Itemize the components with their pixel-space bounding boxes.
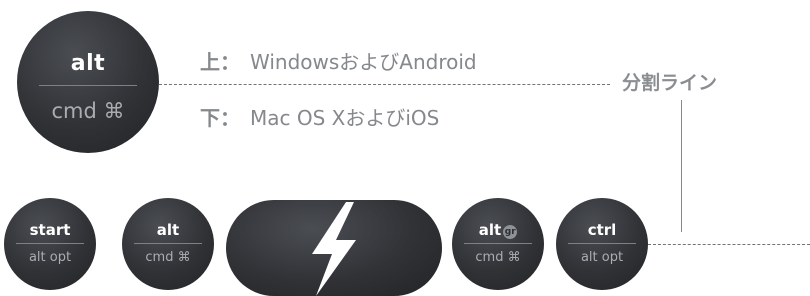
upper-mark: 上：: [200, 50, 240, 74]
gr-badge: gr: [503, 225, 518, 239]
alt-key: alt cmd ⌘: [122, 198, 214, 290]
ctrl-key-bottom-label: alt opt: [580, 250, 624, 265]
upper-os-label: 上： WindowsおよびAndroid: [200, 46, 477, 75]
split-line-dashed-top: [159, 84, 610, 85]
key-split-rule: [134, 243, 202, 244]
alt-key-top-label: alt: [156, 221, 180, 239]
alt-gr-key-top-label: alt: [478, 221, 502, 239]
key-split-rule: [16, 243, 84, 244]
ctrl-key: ctrl alt opt: [556, 198, 648, 290]
big-alt-key: alt cmd ⌘: [17, 11, 159, 153]
start-key-bottom-label: alt opt: [28, 250, 72, 265]
ctrl-key-top-label: ctrl: [587, 221, 617, 239]
split-line-dashed-bottom: [648, 244, 810, 245]
lower-os-label: 下： Mac OS XおよびiOS: [200, 102, 439, 131]
start-key: start alt opt: [4, 198, 96, 290]
key-split-rule: [464, 243, 532, 244]
lower-os-text: Mac OS XおよびiOS: [250, 106, 440, 130]
alt-key-bottom-label: cmd ⌘: [145, 250, 191, 265]
start-key-top-label: start: [29, 221, 71, 239]
space-bar-key: [226, 200, 442, 296]
split-line-connector: [681, 100, 682, 232]
alt-gr-key-top: alt gr: [452, 221, 544, 239]
big-key-bottom-label: cmd ⌘: [51, 99, 125, 123]
lightning-bolt-icon: [312, 202, 356, 296]
upper-os-text: WindowsおよびAndroid: [250, 50, 477, 74]
key-split-rule: [568, 243, 636, 244]
split-line-label: 分割ライン: [622, 72, 718, 94]
lower-mark: 下：: [200, 106, 240, 130]
key-split-rule: [39, 85, 137, 86]
alt-gr-key-bottom-label: cmd ⌘: [475, 250, 521, 265]
big-key-top-label: alt: [70, 51, 106, 76]
alt-gr-key: alt gr cmd ⌘: [452, 198, 544, 290]
